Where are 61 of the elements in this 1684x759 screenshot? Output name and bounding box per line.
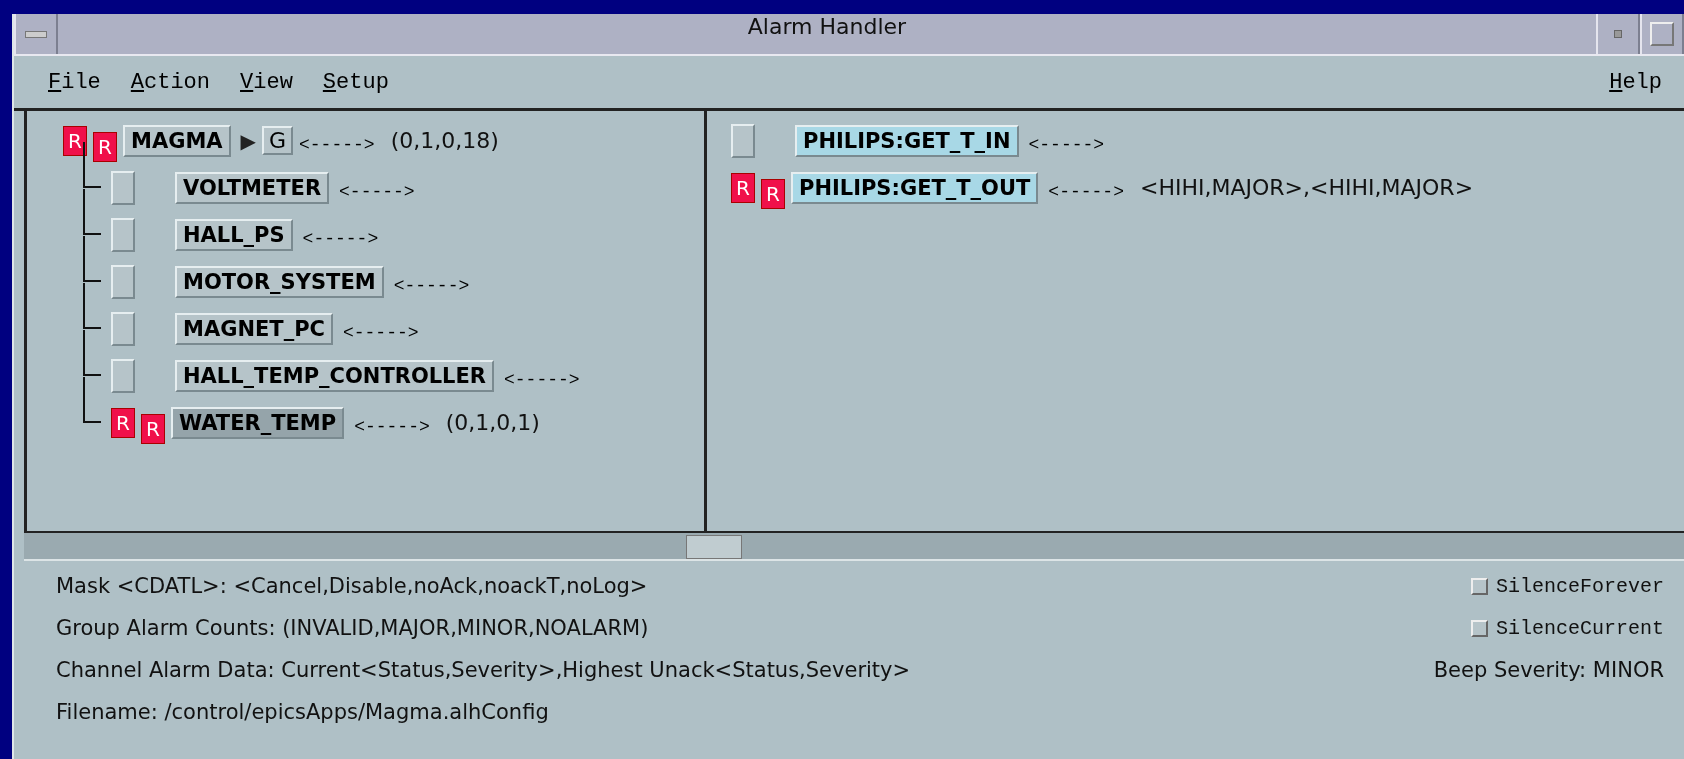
alarm-status: <HIHI,MAJOR>,<HIHI,MAJOR> [1140,175,1474,200]
menu-item[interactable]: File [48,69,101,95]
flag-box[interactable] [111,264,135,299]
checkbox[interactable] [1470,619,1488,637]
info-text: Filename: /control/epicsApps/Magma.alhConfig [56,699,550,726]
tree-connector [83,189,101,235]
flag-box[interactable] [731,123,755,158]
menu-item[interactable]: Action [130,69,211,95]
sash-handle[interactable] [686,535,742,559]
tree-connector [83,283,101,329]
group-button[interactable]: HALL_TEMP_CONTROLLER [175,359,494,392]
alarm-counts: (0,1,0,1) [445,410,540,435]
alarm-flag[interactable]: R [111,407,135,438]
window-title: Alarm Handler [746,14,908,41]
alarm-summary: <-----> [342,321,419,343]
flag-box[interactable] [111,358,135,393]
checkbox[interactable] [1470,577,1488,595]
silence-toggle[interactable]: SilenceForever [1470,565,1664,607]
group-button[interactable]: MAGMA [123,124,231,157]
alarm-summary: <-----> [393,274,470,296]
group-button[interactable]: WATER_TEMP [171,406,345,439]
tree-connector [83,142,101,188]
tree-connector [83,377,101,423]
channel-button[interactable]: PHILIPS:GET_T_IN [795,124,1019,157]
alarm-summary: <-----> [504,368,580,390]
flag-box[interactable] [111,170,135,205]
channel-button[interactable]: PHILIPS:GET_T_OUT [791,171,1039,204]
flag-box[interactable] [111,217,135,252]
alarm-flag[interactable]: R [93,131,117,162]
group-button[interactable]: MAGNET_PC [175,312,333,345]
group-button[interactable]: VOLTMETER [175,171,330,204]
flag-box[interactable] [111,311,135,346]
help-menu[interactable]: Help [1609,69,1662,95]
tree-connector [83,236,101,282]
alarm-flag[interactable]: R [761,178,785,209]
alarm-counts: (0,1,0,18) [390,128,499,153]
alarm-flag[interactable]: R [731,172,755,203]
pane-sash[interactable] [24,531,1684,561]
alarm-summary: <-----> [1048,180,1124,202]
alarm-summary: <-----> [339,180,415,202]
alarm-summary: <-----> [354,415,430,437]
alarm-flag[interactable]: R [141,413,165,444]
menu-item[interactable]: View [240,69,293,95]
maximize-button[interactable] [1640,14,1684,54]
alarm-summary: <-----> [1028,133,1105,155]
group-button[interactable]: MOTOR_SYSTEM [175,265,384,298]
info-text: Group Alarm Counts: (INVALID,MAJOR,MINOR,NOALARM) [56,615,650,642]
alarm-summary: <-----> [299,133,375,155]
window-menu-button[interactable] [14,14,58,54]
minimize-button[interactable] [1596,14,1640,54]
info-text: Channel Alarm Data: Current<Status,Severity>,Highest Unack<Status,Severity> [56,657,911,684]
beep-severity: Beep Severity: MINOR [1433,657,1664,684]
guidance-button[interactable]: G [261,126,293,155]
info-text: Mask <CDATL>: <Cancel,Disable,noAck,noackT,noLog> [56,573,649,600]
group-button[interactable]: HALL_PS [175,218,293,251]
alarm-summary: <-----> [302,227,379,249]
menu-item[interactable]: Setup [322,69,389,95]
alarm-flag[interactable]: R [63,125,87,156]
expand-arrow[interactable]: ▶ [240,128,256,153]
tree-connector [83,330,101,376]
silence-toggle[interactable]: SilenceCurrent [1470,607,1664,649]
